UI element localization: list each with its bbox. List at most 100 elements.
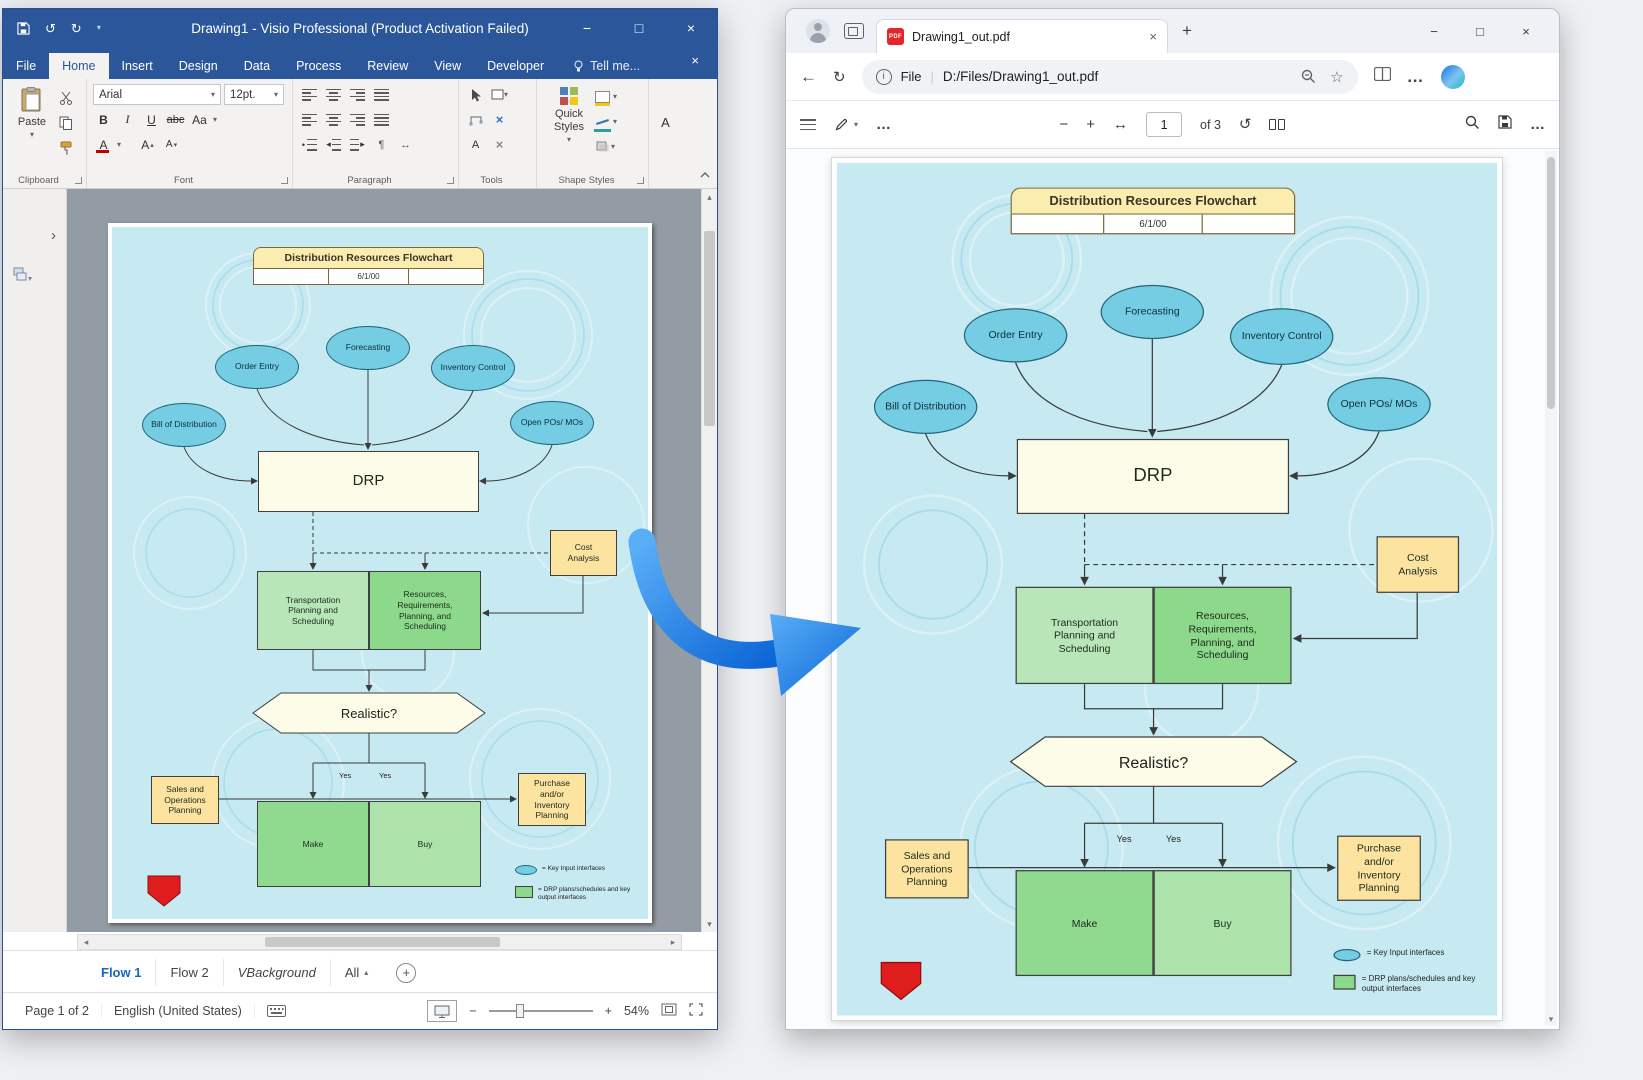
text-direction-button[interactable]: ↔ (395, 134, 416, 155)
node-purchase-inventory[interactable]: Purchase and/or Inventory Planning (518, 773, 586, 826)
italic-button[interactable]: I (117, 109, 138, 130)
edge-minimize-button[interactable]: − (1411, 11, 1457, 51)
tab-insert[interactable]: Insert (109, 53, 166, 79)
connector-tool-button[interactable] (465, 109, 486, 130)
format-painter-button[interactable] (55, 137, 76, 158)
increase-indent-button[interactable]: ▸ (347, 134, 368, 155)
tab-file[interactable]: File (3, 53, 49, 79)
pdf-scroll-thumb[interactable] (1547, 157, 1555, 409)
shrink-font-button[interactable]: A▾ (161, 134, 182, 155)
zoom-indicator-icon[interactable] (1301, 69, 1316, 84)
bold-button[interactable]: B (93, 109, 114, 130)
pdf-zoom-in-icon[interactable]: + (1086, 117, 1095, 132)
refresh-button[interactable]: ↻ (833, 68, 846, 86)
line-button[interactable]: ▾ (595, 111, 617, 132)
quick-styles-button[interactable]: Quick Styles ▾ (543, 84, 595, 172)
drawing-close-icon[interactable]: × (691, 53, 699, 68)
justify-button[interactable] (371, 84, 392, 105)
page-tab-flow2[interactable]: Flow 2 (156, 959, 223, 986)
redo-icon[interactable]: ↻ (71, 22, 82, 35)
flowchart-page[interactable]: Distribution Resources Flowchart 6/1/00 … (108, 223, 652, 923)
expand-shapes-panel-icon[interactable]: › (51, 227, 56, 244)
text-tool-button[interactable]: A (465, 134, 486, 155)
node-sales-operations[interactable]: Sales and Operations Planning (151, 776, 219, 824)
copilot-icon[interactable] (1441, 65, 1465, 89)
pdf-more-icon[interactable]: … (1530, 117, 1545, 132)
scroll-down-icon[interactable]: ▾ (702, 916, 717, 932)
tab-view[interactable]: View (421, 53, 474, 79)
pdf-zoom-out-icon[interactable]: − (1060, 117, 1069, 132)
node-realistic-label[interactable]: Realistic? (253, 693, 485, 733)
zoom-slider[interactable] (489, 1010, 593, 1012)
copy-button[interactable] (55, 112, 76, 133)
close-button[interactable]: × (665, 9, 717, 47)
paste-button[interactable]: Paste ▾ (9, 84, 55, 172)
fit-page-button[interactable] (661, 1003, 677, 1019)
keyboard-button[interactable] (255, 1005, 298, 1017)
zoom-out-icon[interactable]: − (469, 1004, 476, 1018)
vertical-scrollbar[interactable]: ▴ ▾ (701, 189, 717, 932)
page-tab-flow1[interactable]: Flow 1 (87, 959, 156, 986)
toolbar-more-icon[interactable]: … (876, 117, 891, 132)
node-forecasting[interactable]: Forecasting (326, 326, 410, 370)
node-inventory-control[interactable]: Inventory Control (431, 345, 515, 391)
align-top-button[interactable] (299, 84, 320, 105)
node-order-entry[interactable]: Order Entry (215, 345, 299, 389)
undo-icon[interactable]: ↺ (45, 22, 56, 35)
node-cost-analysis[interactable]: Cost Analysis (550, 530, 617, 576)
qat-customize-icon[interactable]: ▾ (97, 24, 101, 32)
pdf-scroll-down-icon[interactable]: ▾ (1545, 1014, 1557, 1025)
visio-titlebar[interactable]: ↺ ↻ ▾ Drawing1 - Visio Professional (Pro… (3, 9, 717, 47)
insert-page-button[interactable]: + (396, 963, 416, 983)
scroll-left-icon[interactable]: ◂ (78, 935, 94, 949)
shapes-window-icon[interactable] (13, 267, 33, 288)
tab-close-icon[interactable]: × (1149, 29, 1157, 44)
page-tab-vbackground[interactable]: VBackground (224, 959, 331, 986)
fullscreen-button[interactable] (689, 1003, 703, 1019)
strikethrough-button[interactable]: abc (165, 109, 186, 130)
tell-me-box[interactable]: Tell me... (573, 59, 640, 79)
settings-more-icon[interactable]: … (1407, 67, 1425, 87)
align-left-button[interactable] (299, 109, 320, 130)
draw-button[interactable]: ▾ (834, 117, 858, 132)
align-right-button[interactable] (347, 109, 368, 130)
presentation-mode-button[interactable] (427, 1000, 457, 1022)
address-bar[interactable]: i File | D:/Files/Drawing1_out.pdf ☆ (862, 60, 1358, 94)
zoom-level[interactable]: 54% (624, 1004, 649, 1018)
node-red-marker[interactable] (148, 876, 180, 906)
browser-tab[interactable]: PDF Drawing1_out.pdf × (876, 19, 1168, 53)
new-tab-button[interactable]: + (1182, 21, 1192, 41)
edge-close-button[interactable]: × (1503, 11, 1549, 51)
underline-button[interactable]: U (141, 109, 162, 130)
effects-button[interactable]: ▾ (595, 136, 616, 157)
page-view-button[interactable] (1269, 119, 1285, 130)
zoom-slider-thumb[interactable] (516, 1004, 524, 1018)
justify-all-button[interactable] (371, 109, 392, 130)
rectangle-tool-button[interactable]: ▾ (489, 84, 510, 105)
address-url[interactable]: D:/Files/Drawing1_out.pdf (943, 69, 1098, 84)
fit-to-width-icon[interactable]: ↔ (1113, 117, 1128, 132)
connection-point-tool-button[interactable]: × (489, 109, 510, 130)
clipboard-dialog-launcher-icon[interactable] (75, 177, 82, 184)
drawing-page[interactable]: Distribution Resources Flowchart 6/1/00 … (108, 223, 652, 923)
node-drp[interactable]: DRP (258, 451, 479, 512)
align-center-button[interactable] (323, 109, 344, 130)
zoom-in-icon[interactable]: + (605, 1004, 612, 1018)
font-dialog-launcher-icon[interactable] (281, 177, 288, 184)
site-info-icon[interactable]: i (876, 69, 892, 85)
node-bill-of-distribution[interactable]: Bill of Distribution (142, 403, 226, 447)
pointer-tool-button[interactable] (465, 84, 486, 105)
font-size-combo[interactable]: 12pt. ▾ (224, 84, 284, 105)
minimize-button[interactable]: − (561, 9, 613, 47)
font-color-button[interactable]: A (93, 134, 114, 155)
arrange-partial-button[interactable]: A (655, 112, 676, 133)
node-open-pos-mos[interactable]: Open POs/ MOs (510, 401, 594, 445)
align-middle-button[interactable] (323, 84, 344, 105)
split-screen-button[interactable] (1374, 67, 1391, 86)
horizontal-scrollbar[interactable]: ◂ ▸ (77, 934, 682, 950)
paragraph-dialog-launcher-icon[interactable] (447, 177, 454, 184)
shape-styles-dialog-launcher-icon[interactable] (637, 177, 644, 184)
collapse-ribbon-icon[interactable] (699, 166, 711, 184)
node-transportation-planning[interactable]: Transportation Planning and Scheduling (257, 571, 369, 650)
horizontal-scroll-thumb[interactable] (265, 937, 500, 947)
